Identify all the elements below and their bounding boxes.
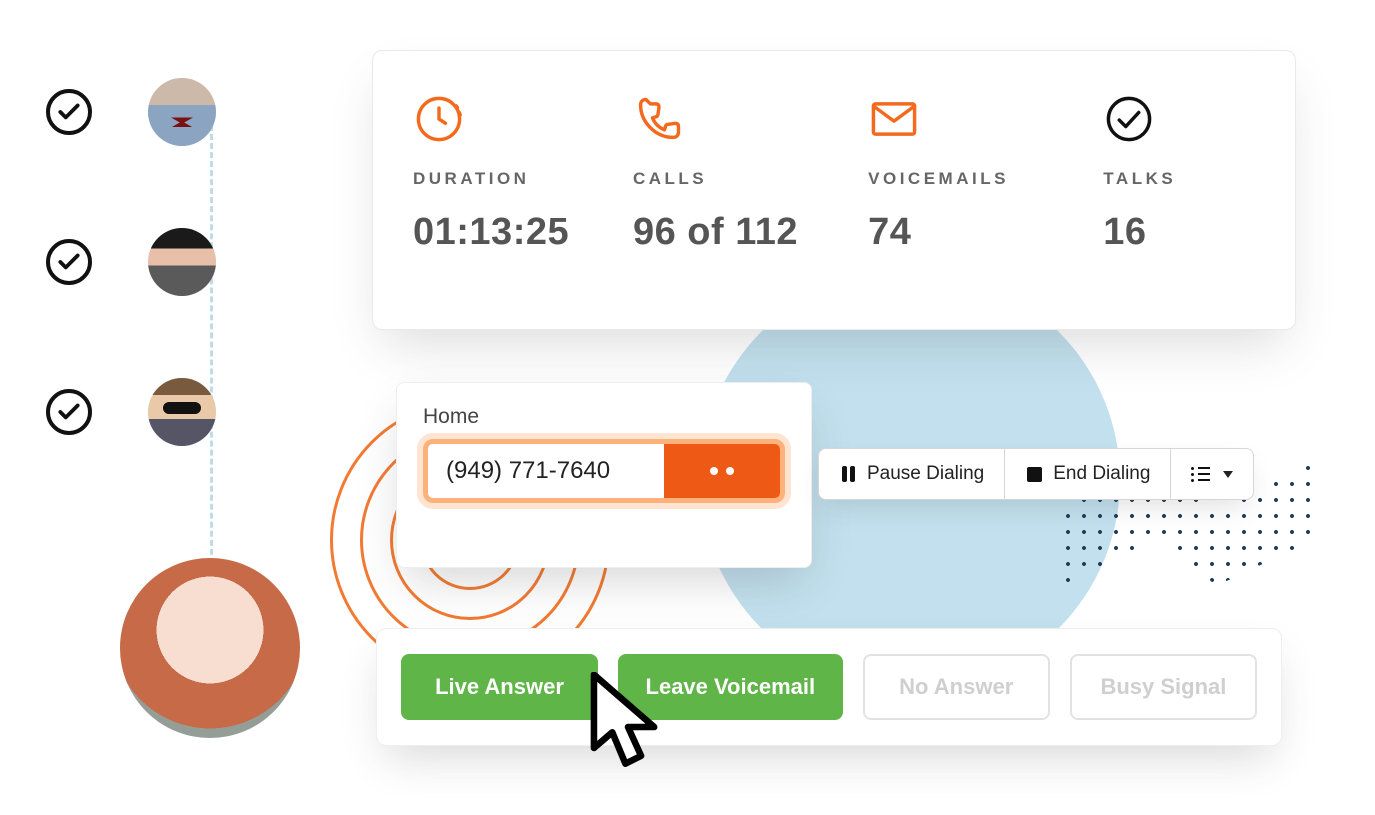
no-answer-button[interactable]: No Answer xyxy=(863,654,1050,720)
dialing-toolbar: Pause Dialing End Dialing xyxy=(818,448,1254,500)
dial-action-button[interactable] xyxy=(664,444,780,498)
cursor-icon xyxy=(588,672,668,787)
dial-field: (949) 771-7640 xyxy=(423,439,785,503)
phone-number[interactable]: (949) 771-7640 xyxy=(428,444,664,498)
contact-timeline xyxy=(46,78,296,778)
avatar xyxy=(148,228,216,296)
avatar xyxy=(148,378,216,446)
current-contact-avatar xyxy=(120,558,300,738)
contact-row xyxy=(46,378,216,446)
stat-value: 96 of 112 xyxy=(633,211,868,254)
avatar xyxy=(148,78,216,146)
stop-icon xyxy=(1025,465,1043,483)
stat-calls: CALLS 96 of 112 xyxy=(633,91,868,289)
button-label: Pause Dialing xyxy=(867,463,984,485)
pause-dialing-button[interactable]: Pause Dialing xyxy=(819,449,1005,499)
stat-voicemails: VOICEMAILS 74 xyxy=(868,91,1103,289)
stat-value: 74 xyxy=(868,211,1103,254)
stat-value: 01:13:25 xyxy=(413,211,633,254)
button-label: End Dialing xyxy=(1053,463,1150,485)
stat-talks: TALKS 16 xyxy=(1103,91,1255,289)
dialer-card: Home (949) 771-7640 xyxy=(396,382,812,568)
stats-card: DURATION 01:13:25 CALLS 96 of 112 VOICEM… xyxy=(372,50,1296,330)
end-dialing-button[interactable]: End Dialing xyxy=(1005,449,1171,499)
list-dropdown-button[interactable] xyxy=(1171,449,1253,499)
envelope-icon xyxy=(868,91,1103,147)
clock-icon xyxy=(413,91,633,147)
stat-label: VOICEMAILS xyxy=(868,169,1103,189)
busy-signal-button[interactable]: Busy Signal xyxy=(1070,654,1257,720)
stat-duration: DURATION 01:13:25 xyxy=(413,91,633,289)
contact-row xyxy=(46,228,216,296)
stat-label: CALLS xyxy=(633,169,868,189)
list-icon xyxy=(1191,465,1209,483)
disposition-card: Live Answer Leave Voicemail No Answer Bu… xyxy=(376,628,1282,746)
checkmark-icon xyxy=(46,89,92,135)
chevron-down-icon xyxy=(1223,471,1233,478)
phone-icon xyxy=(633,91,868,147)
stat-label: DURATION xyxy=(413,169,633,189)
stat-label: TALKS xyxy=(1103,169,1255,189)
checkmark-icon xyxy=(46,389,92,435)
phone-type-label: Home xyxy=(423,405,785,429)
contact-row xyxy=(46,78,216,146)
pause-icon xyxy=(839,465,857,483)
checkmark-icon xyxy=(46,239,92,285)
live-answer-button[interactable]: Live Answer xyxy=(401,654,598,720)
checkmark-circle-icon xyxy=(1103,91,1255,147)
stat-value: 16 xyxy=(1103,211,1255,254)
